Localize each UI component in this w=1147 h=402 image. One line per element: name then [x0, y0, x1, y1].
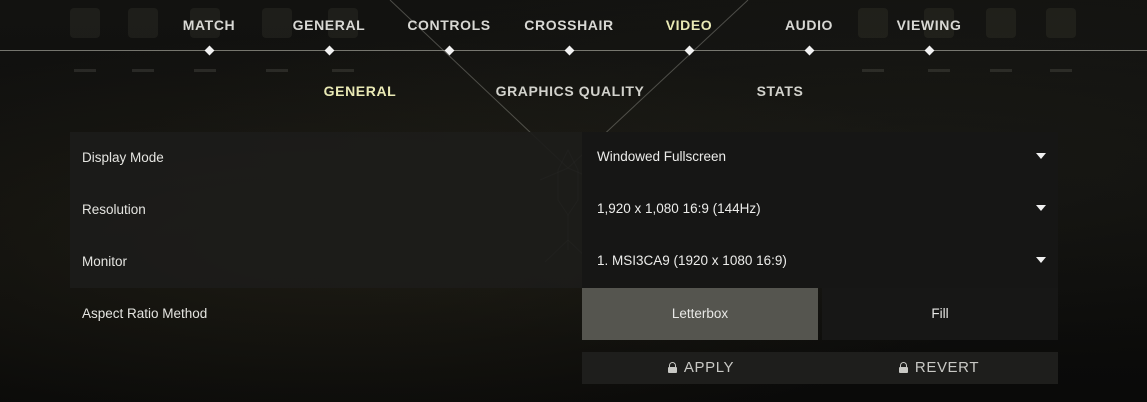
caret-down-icon	[1036, 257, 1046, 263]
subtab-general[interactable]: GENERAL	[260, 83, 460, 99]
resolution-value: 1,920 x 1,080 16:9 (144Hz)	[597, 201, 761, 216]
setting-row-aspect-ratio: Aspect Ratio Method Letterbox Fill	[70, 288, 1058, 340]
tab-match-marker	[204, 45, 214, 56]
setting-row-monitor: Monitor 1. MSI3CA9 (1920 x 1080 16:9)	[70, 236, 1058, 288]
display-mode-dropdown[interactable]: Windowed Fullscreen	[582, 132, 1058, 184]
display-mode-value: Windowed Fullscreen	[597, 149, 727, 164]
tab-viewing[interactable]: VIEWING	[869, 17, 989, 33]
resolution-dropdown[interactable]: 1,920 x 1,080 16:9 (144Hz)	[582, 184, 1058, 236]
revert-label: REVERT	[914, 359, 980, 376]
apply-label: APPLY	[683, 359, 735, 376]
subtab-graphics-quality[interactable]: GRAPHICS QUALITY	[470, 83, 670, 99]
apply-button[interactable]: APPLY	[582, 352, 820, 384]
lock-icon	[667, 362, 677, 373]
lock-icon	[898, 362, 908, 373]
aspect-letterbox-option[interactable]: Letterbox	[582, 288, 818, 340]
tab-crosshair[interactable]: CROSSHAIR	[509, 17, 629, 33]
resolution-label: Resolution	[82, 202, 146, 217]
top-navigation: MATCH GENERAL CONTROLS CROSSHAIR VIDEO A…	[0, 0, 1147, 60]
tab-video-marker	[684, 45, 694, 56]
tab-audio[interactable]: AUDIO	[749, 17, 869, 33]
tab-match[interactable]: MATCH	[149, 17, 269, 33]
caret-down-icon	[1036, 205, 1046, 211]
action-bar: APPLY REVERT	[582, 352, 1058, 384]
tab-general[interactable]: GENERAL	[269, 17, 389, 33]
setting-row-display-mode: Display Mode Windowed Fullscreen	[70, 132, 1058, 184]
tab-crosshair-marker	[564, 45, 574, 56]
tab-video[interactable]: VIDEO	[629, 17, 749, 33]
revert-button[interactable]: REVERT	[820, 352, 1058, 384]
monitor-label: Monitor	[82, 254, 128, 269]
monitor-dropdown[interactable]: 1. MSI3CA9 (1920 x 1080 16:9)	[582, 236, 1058, 288]
caret-down-icon	[1036, 153, 1046, 159]
subtab-stats[interactable]: STATS	[680, 83, 880, 99]
aspect-ratio-label: Aspect Ratio Method	[82, 306, 208, 321]
tab-viewing-marker	[924, 45, 934, 56]
tab-controls-marker	[444, 45, 454, 56]
monitor-value: 1. MSI3CA9 (1920 x 1080 16:9)	[597, 253, 787, 268]
display-mode-label: Display Mode	[82, 150, 164, 165]
aspect-fill-option[interactable]: Fill	[822, 288, 1058, 340]
tab-audio-marker	[804, 45, 814, 56]
setting-row-resolution: Resolution 1,920 x 1,080 16:9 (144Hz)	[70, 184, 1058, 236]
tab-general-marker	[324, 45, 334, 56]
tab-controls[interactable]: CONTROLS	[389, 17, 509, 33]
